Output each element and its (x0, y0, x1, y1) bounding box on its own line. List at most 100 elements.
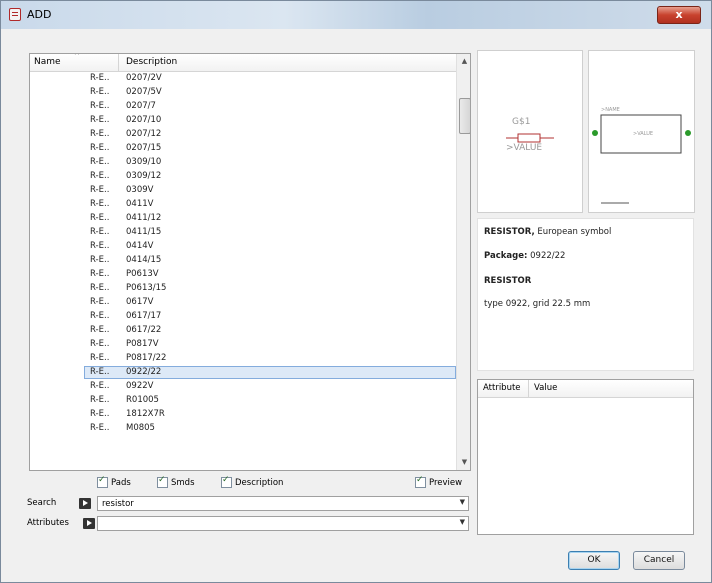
list-item-description: 0309/10 (126, 157, 162, 167)
list-item-name: R-E.. (90, 395, 110, 405)
preview-checkbox[interactable]: Preview (415, 475, 462, 491)
list-header: Name ^ Description (30, 54, 456, 72)
info-package-value: 0922/22 (527, 251, 566, 261)
list-item[interactable]: R-E.. 0414/15 (30, 254, 456, 268)
column-header-name[interactable]: Name (34, 57, 61, 67)
cancel-button[interactable]: Cancel (633, 551, 685, 570)
list-item[interactable]: R-E.. 0617/17 (30, 310, 456, 324)
close-button[interactable]: x (657, 6, 701, 24)
list-item-description: P0817/22 (126, 353, 167, 363)
scroll-thumb[interactable] (459, 98, 470, 134)
info-title: RESISTOR, European symbol (484, 227, 611, 237)
list-item-name: R-E.. (90, 367, 110, 377)
list-item[interactable]: R-E.. 0414V (30, 240, 456, 254)
list-item-name: R-E.. (90, 227, 110, 237)
resistor-symbol-drawing (506, 133, 554, 143)
list-item[interactable]: R-E.. 0617V (30, 296, 456, 310)
symbol-preview: G$1 >VALUE (477, 50, 583, 213)
pads-checkbox[interactable]: Pads (97, 475, 131, 491)
scroll-down-icon[interactable]: ▼ (457, 455, 470, 470)
list-item-description: 0309/12 (126, 171, 162, 181)
description-label: Description (235, 477, 284, 488)
column-header-description[interactable]: Description (126, 57, 177, 67)
list-item-description: 0414V (126, 241, 154, 251)
package-value-text: >VALUE (633, 131, 654, 137)
list-item[interactable]: R-E.. P0817/22 (30, 352, 456, 366)
list-item-description: 0414/15 (126, 255, 162, 265)
symbol-name-text: G$1 (512, 117, 531, 127)
search-label: Search (27, 498, 57, 508)
list-item-name: R-E.. (90, 87, 110, 97)
scroll-up-icon[interactable]: ▲ (457, 54, 470, 69)
title-bar[interactable]: ADD x (1, 1, 711, 29)
list-item-description: P0613/15 (126, 283, 167, 293)
list-item[interactable]: R-E.. 0207/7 (30, 100, 456, 114)
list-item[interactable]: R-E.. 0207/5V (30, 86, 456, 100)
description-checkbox[interactable]: Description (221, 475, 284, 491)
checkbox-checked-icon (97, 475, 108, 488)
list-item[interactable]: R-E.. 0207/2V (30, 72, 456, 86)
ok-button[interactable]: OK (568, 551, 620, 570)
list-item[interactable]: R-E.. M0805 (30, 422, 456, 436)
column-header-value[interactable]: Value (534, 383, 557, 393)
chevron-down-icon[interactable]: ▼ (460, 518, 465, 526)
list-item-name: R-E.. (90, 409, 110, 419)
list-item[interactable]: R-E.. P0613V (30, 268, 456, 282)
list-item[interactable]: R-E.. 0922/22 (30, 366, 456, 380)
package-preview: >NAME >VALUE (588, 50, 695, 213)
chevron-down-icon[interactable]: ▼ (460, 498, 465, 506)
list-item[interactable]: R-E.. 0309V (30, 184, 456, 198)
smds-checkbox[interactable]: Smds (157, 475, 195, 491)
list-item[interactable]: R-E.. P0613/15 (30, 282, 456, 296)
list-item-description: 0207/5V (126, 87, 162, 97)
list-item[interactable]: R-E.. 0309/10 (30, 156, 456, 170)
list-item[interactable]: R-E.. 0207/10 (30, 114, 456, 128)
list-item[interactable]: R-E.. P0817V (30, 338, 456, 352)
package-name-text: >NAME (601, 107, 620, 113)
attributes-row: Attributes ▼ (27, 516, 471, 532)
info-package-label: Package: (484, 251, 528, 261)
list-item[interactable]: R-E.. 1812X7R (30, 408, 456, 422)
list-item-name: R-E.. (90, 199, 110, 209)
list-item[interactable]: R-E.. 0922V (30, 380, 456, 394)
column-header-attribute[interactable]: Attribute (483, 383, 521, 393)
column-divider[interactable] (118, 54, 119, 71)
sort-arrow-icon: ^ (74, 53, 80, 60)
list-item-description: 0411V (126, 199, 154, 209)
list-item-name: R-E.. (90, 255, 110, 265)
list-item-name: R-E.. (90, 171, 110, 181)
list-item-name: R-E.. (90, 73, 110, 83)
list-item-description: 0922/22 (126, 367, 162, 377)
window-title: ADD (27, 8, 52, 21)
list-item[interactable]: R-E.. 0309/12 (30, 170, 456, 184)
column-divider[interactable] (528, 380, 529, 397)
list-item[interactable]: R-E.. 0411/12 (30, 212, 456, 226)
list-item-name: R-E.. (90, 101, 110, 111)
attributes-input[interactable]: ▼ (97, 516, 469, 531)
search-value: resistor (102, 499, 134, 509)
list-item[interactable]: R-E.. 0411/15 (30, 226, 456, 240)
list-item[interactable]: R-E.. 0411V (30, 198, 456, 212)
list-item[interactable]: R-E.. 0617/22 (30, 324, 456, 338)
pads-label: Pads (111, 477, 131, 488)
list-item-name: R-E.. (90, 297, 110, 307)
checkbox-checked-icon (221, 475, 232, 488)
search-arrow-icon[interactable] (79, 498, 91, 509)
list-item-description: 0207/10 (126, 115, 162, 125)
list-item[interactable]: R-E.. R01005 (30, 394, 456, 408)
attributes-arrow-icon[interactable] (83, 518, 95, 529)
list-item-description: P0817V (126, 339, 159, 349)
list-item-name: R-E.. (90, 241, 110, 251)
list-item-name: R-E.. (90, 283, 110, 293)
attributes-table[interactable]: Attribute Value (477, 379, 694, 535)
list-item[interactable]: R-E.. 0207/15 (30, 142, 456, 156)
device-list[interactable]: Name ^ Description R-E.. 0207/2V R-E.. 0207… (29, 53, 471, 471)
list-item-description: 0411/12 (126, 213, 162, 223)
search-input[interactable]: resistor ▼ (97, 496, 469, 511)
list-scrollbar[interactable]: ▲ ▼ (456, 54, 470, 470)
list-item-description: 0617V (126, 297, 154, 307)
list-item-description: 1812X7R (126, 409, 165, 419)
list-item-name: R-E.. (90, 213, 110, 223)
list-item[interactable]: R-E.. 0207/12 (30, 128, 456, 142)
info-heading: RESISTOR (484, 276, 532, 286)
